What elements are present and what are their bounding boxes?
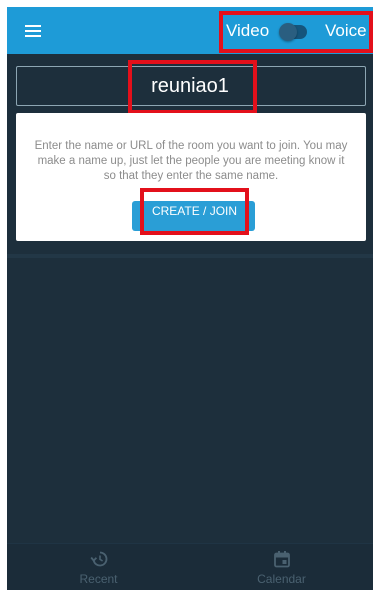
nav-item-recent[interactable]: Recent: [7, 544, 190, 590]
app-screen: Video Voice reuniao1 Enter the name or U…: [7, 7, 373, 590]
app-bar: Video Voice: [7, 7, 373, 54]
create-join-highlight: [140, 188, 249, 235]
bottom-navigation: Recent Calendar: [7, 543, 373, 590]
section-divider: [7, 254, 373, 258]
history-icon: [89, 551, 107, 567]
video-voice-switch[interactable]: [279, 23, 307, 41]
switch-knob: [279, 23, 297, 41]
nav-label-recent: Recent: [79, 572, 118, 586]
info-text: Enter the name or URL of the room you wa…: [34, 140, 348, 182]
nav-label-calendar: Calendar: [257, 572, 306, 586]
video-mode-label[interactable]: Video: [226, 21, 269, 41]
hamburger-menu-icon[interactable]: [25, 24, 41, 37]
voice-mode-label[interactable]: Voice: [325, 21, 367, 41]
calendar-icon: [273, 551, 290, 568]
nav-item-calendar[interactable]: Calendar: [190, 544, 373, 590]
room-name-highlight: [128, 60, 257, 114]
